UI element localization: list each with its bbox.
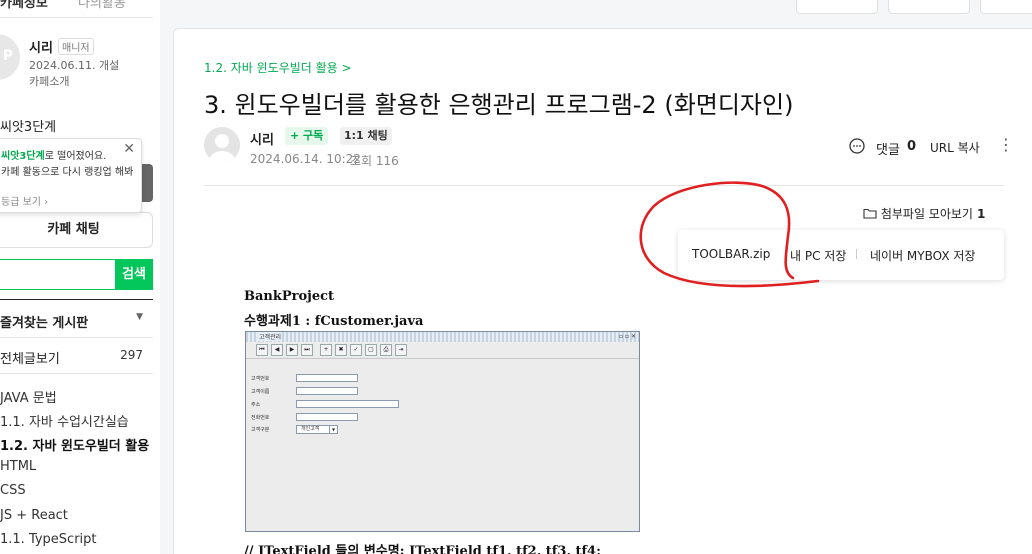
popup-level-link-text: 등급 보기 xyxy=(1,197,41,208)
attachments-toggle[interactable]: 첨부파일 모아보기 1 xyxy=(863,205,985,222)
sidebar-menu-item[interactable]: JAVA 문법 xyxy=(0,387,57,406)
member-level: 씨앗3단계 xyxy=(0,120,57,135)
chevron-down-icon: ▼ xyxy=(329,426,337,433)
header-divider xyxy=(204,185,1004,186)
body-project-name: BankProject xyxy=(244,289,335,304)
popup-message: 씨앗3단계로 떨어졌어요. xyxy=(1,147,106,162)
next-icon: ▶ xyxy=(286,344,298,356)
swing-field-label: 고객번호 xyxy=(251,376,270,382)
swing-text-field xyxy=(296,374,358,382)
page-title: 3. 윈도우빌더를 활용한 은행관리 프로그램-2 (화면디자인) xyxy=(204,91,794,119)
popup-message-rest: 로 떨어졌어요. xyxy=(44,151,107,162)
cafe-intro-link[interactable]: 카페소개 xyxy=(29,73,69,89)
cafe-manager-avatar[interactable] xyxy=(0,34,20,80)
swing-window-title: 고객관리 xyxy=(258,332,283,341)
divider xyxy=(856,249,857,259)
comment-count: 0 xyxy=(907,139,917,154)
top-button-3[interactable] xyxy=(980,0,1032,14)
body-code-line: // JTextField 들의 변수명: JTextField tf1, tf… xyxy=(244,544,601,554)
author-avatar[interactable] xyxy=(204,127,240,163)
cafe-chat-button[interactable]: 카페 채팅 xyxy=(0,212,153,248)
print-icon: ⎙ xyxy=(380,344,392,356)
author-name[interactable]: 시리 xyxy=(250,129,274,148)
manager-badge: 매니저 xyxy=(58,38,94,55)
exit-icon: ⇥ xyxy=(395,344,407,356)
swing-combo-value: 개인고객 xyxy=(301,426,320,432)
delete-icon: ✖ xyxy=(335,344,347,356)
sidebar-menu-item[interactable]: JS + React xyxy=(0,508,68,523)
level-down-popup: 씨앗3단계로 떨어졌어요. 카페 활동으로 다시 랭킹업 해봐 등급 보기 › … xyxy=(0,138,142,213)
save-to-mybox-button[interactable]: 네이버 MYBOX 저장 xyxy=(870,247,975,264)
top-button-1[interactable] xyxy=(796,0,878,14)
window-icon: ▢ xyxy=(365,344,377,356)
swing-titlebar: 고객관리 ▫▫✕ xyxy=(246,332,639,342)
attachments-popup: TOOLBAR.zip 내 PC 저장 네이버 MYBOX 저장 xyxy=(678,230,1004,280)
cafe-search-input[interactable] xyxy=(0,259,115,290)
breadcrumb[interactable]: 1.2. 자바 윈도우빌더 활용 > xyxy=(204,59,352,76)
cafe-article-page: 카페정보 나의활동 시리 매니저 2024.06.11. 개설 카페소개 씨앗3… xyxy=(0,0,1032,554)
swing-text-field xyxy=(296,387,358,395)
cafe-created-date: 2024.06.11. 개설 xyxy=(29,59,120,72)
follow-button[interactable]: + 구독 xyxy=(285,127,329,145)
sidebar-menu-item[interactable]: 1.2. 자바 윈도우빌더 활용 xyxy=(0,435,149,454)
last-icon: ⏭ xyxy=(301,344,313,356)
post-date: 2024.06.14. 10:22 xyxy=(250,152,361,166)
all-posts-link[interactable]: 전체글보기 297 xyxy=(0,338,153,374)
left-sidebar: 카페정보 나의활동 시리 매니저 2024.06.11. 개설 카페소개 씨앗3… xyxy=(0,0,160,554)
window-controls-icon: ▫▫✕ xyxy=(618,333,638,340)
confirm-icon: ✓ xyxy=(350,344,362,356)
all-posts-count: 297 xyxy=(120,348,143,362)
attachment-file-name[interactable]: TOOLBAR.zip xyxy=(692,247,770,261)
comment-icon[interactable] xyxy=(849,138,865,154)
swing-combo-label: 고객구분 xyxy=(251,427,270,433)
triangle-down-icon[interactable]: ▼ xyxy=(136,312,143,322)
attachments-count: 1 xyxy=(976,207,986,221)
popup-level-highlight: 씨앗3단계 xyxy=(1,151,45,162)
manager-name[interactable]: 시리 xyxy=(29,37,53,56)
attachments-label: 첨부파일 모아보기 xyxy=(880,207,973,221)
comment-label[interactable]: 댓글 xyxy=(876,139,900,158)
first-icon: ⏮ xyxy=(256,344,268,356)
body-task-title: 수행과제1 : fCustomer.java xyxy=(244,314,424,329)
article-card: 1.2. 자바 윈도우빌더 활용 > 3. 윈도우빌더를 활용한 은행관리 프로… xyxy=(173,28,1032,554)
swing-field-label: 주소 xyxy=(251,402,261,408)
swing-toolbar: ⏮ ◀ ▶ ⏭ + ✖ ✓ ▢ ⎙ ⇥ xyxy=(246,342,639,359)
close-icon[interactable]: ✕ xyxy=(123,141,135,157)
sidebar-menu-item[interactable]: 1.1. TypeScript xyxy=(0,532,97,547)
tab-my-activity[interactable]: 나의활동 xyxy=(78,0,126,11)
more-options-icon[interactable]: ⋮ xyxy=(998,137,1014,153)
sidebar-menu-item[interactable]: 1.1. 자바 수업시간실습 xyxy=(0,411,129,430)
folder-icon xyxy=(863,208,877,219)
url-copy-button[interactable]: URL 복사 xyxy=(930,139,980,156)
sidebar-tabs: 카페정보 나의활동 xyxy=(0,0,153,18)
popup-message-line2: 카페 활동으로 다시 랭킹업 해봐 xyxy=(1,167,134,178)
sidebar-menu-item[interactable]: CSS xyxy=(0,483,26,498)
search-button[interactable]: 검색 xyxy=(115,259,153,290)
swing-field-label: 고객이름 xyxy=(251,389,270,395)
favorite-boards-header[interactable]: 즐겨찾는 게시판 ▼ xyxy=(0,299,153,338)
java-swing-screenshot[interactable]: 고객관리 ▫▫✕ ⏮ ◀ ▶ ⏭ + ✖ ✓ ▢ ⎙ ⇥ 고객번호 고객이름 주소 전화번호 고객구분 … xyxy=(245,331,640,532)
tab-cafe-info[interactable]: 카페정보 xyxy=(0,0,48,11)
prev-icon: ◀ xyxy=(271,344,283,356)
popup-level-link[interactable]: 등급 보기 › xyxy=(1,193,48,208)
sidebar-menu-item[interactable]: HTML xyxy=(0,459,36,474)
top-button-2[interactable] xyxy=(888,0,970,14)
swing-field-label: 전화번호 xyxy=(251,415,270,421)
all-posts-label: 전체글보기 xyxy=(0,352,60,367)
swing-text-field xyxy=(296,413,358,421)
one-on-one-chat-button[interactable]: 1:1 채팅 xyxy=(340,127,392,145)
save-to-pc-button[interactable]: 내 PC 저장 xyxy=(790,247,846,264)
view-count: 조회 116 xyxy=(350,154,399,168)
favorite-boards-title: 즐겨찾는 게시판 xyxy=(0,316,89,331)
add-icon: + xyxy=(320,344,332,356)
swing-text-field xyxy=(296,400,399,408)
swing-customer-type-combo: 개인고객 ▼ xyxy=(296,425,338,434)
